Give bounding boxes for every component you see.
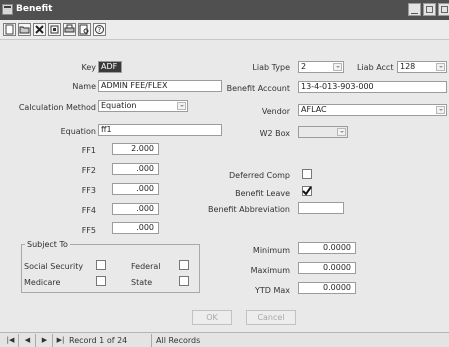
delete-x-icon — [35, 25, 44, 34]
calculation-method-value: Equation — [101, 101, 137, 110]
key-input[interactable]: ADF — [98, 61, 122, 73]
open-button[interactable] — [18, 23, 31, 36]
help-icon: ? — [95, 25, 104, 34]
benefit-abbreviation-label: Benefit Abbreviation — [208, 205, 290, 214]
ytd-max-input[interactable]: 0.0000 — [298, 282, 356, 294]
w2-box-select[interactable] — [298, 126, 348, 138]
ff3-label: FF3 — [81, 186, 96, 195]
liab-type-value: 2 — [301, 62, 307, 71]
benefit-abbreviation-input[interactable] — [298, 202, 344, 214]
chevron-down-icon[interactable] — [333, 63, 342, 71]
social-security-checkbox[interactable] — [96, 260, 106, 270]
help-button[interactable]: ? — [93, 23, 106, 36]
w2-box-label: W2 Box — [259, 129, 290, 138]
ff5-input[interactable]: .000 — [112, 222, 159, 234]
divider — [151, 334, 152, 347]
divider — [18, 334, 19, 347]
ytd-max-label: YTD Max — [254, 286, 290, 295]
print-button[interactable] — [63, 23, 76, 36]
prev-record-icon[interactable]: ◀ — [23, 336, 32, 345]
state-checkbox[interactable] — [179, 276, 189, 286]
vendor-select[interactable]: AFLAC — [298, 104, 447, 116]
first-record-icon[interactable]: |◀ — [6, 336, 15, 345]
medicare-label: Medicare — [24, 278, 61, 287]
copy-button[interactable] — [48, 23, 61, 36]
minimum-input[interactable]: 0.0000 — [298, 242, 356, 254]
chevron-down-icon[interactable] — [436, 106, 445, 114]
close-icon — [441, 6, 448, 13]
calculation-method-label: Calculation Method — [18, 103, 96, 112]
liab-acct-select[interactable]: 128 — [397, 61, 447, 73]
ff3-input[interactable]: .000 — [112, 183, 159, 195]
record-navigator: |◀ ◀ ▶ ▶| Record 1 of 24 All Records — [0, 332, 449, 347]
vendor-value: AFLAC — [301, 105, 327, 114]
record-filter: All Records — [156, 336, 201, 345]
liab-type-select[interactable]: 2 — [298, 61, 344, 73]
equation-label: Equation — [60, 127, 96, 136]
ok-button[interactable]: OK — [192, 310, 232, 325]
ff2-input[interactable]: .000 — [112, 163, 159, 175]
divider — [35, 334, 36, 347]
benefit-window: Benefit ? Key ADF Name ADMIN FEE/FLEX Ca… — [0, 0, 449, 347]
print-preview-button[interactable] — [78, 23, 91, 36]
title-bar: Benefit — [0, 0, 449, 20]
maximize-button[interactable] — [423, 3, 436, 16]
key-label: Key — [81, 63, 96, 72]
ff4-input[interactable]: .000 — [112, 203, 159, 215]
benefit-leave-checkbox[interactable] — [302, 186, 312, 196]
vendor-label: Vendor — [261, 107, 290, 116]
last-record-icon[interactable]: ▶| — [56, 336, 65, 345]
chevron-down-icon[interactable] — [177, 102, 186, 110]
app-icon — [2, 4, 13, 15]
ff1-input[interactable]: 2.000 — [112, 143, 159, 155]
svg-text:?: ? — [98, 26, 102, 34]
subject-to-title: Subject To — [25, 240, 70, 249]
state-label: State — [131, 278, 153, 287]
new-document-icon — [5, 24, 14, 35]
benefit-account-label: Benefit Account — [226, 84, 290, 93]
deferred-comp-checkbox[interactable] — [302, 169, 312, 179]
cancel-button[interactable]: Cancel — [246, 310, 296, 325]
record-position: Record 1 of 24 — [69, 336, 128, 345]
federal-checkbox[interactable] — [179, 260, 189, 270]
minimum-label: Minimum — [252, 246, 290, 255]
chevron-down-icon[interactable] — [337, 128, 346, 136]
copy-icon — [50, 25, 59, 34]
next-record-icon[interactable]: ▶ — [40, 336, 49, 345]
toolbar: ? — [0, 20, 449, 40]
maximum-label: Maximum — [250, 266, 290, 275]
name-label: Name — [72, 82, 96, 91]
benefit-leave-label: Benefit Leave — [235, 189, 290, 198]
minimize-icon — [411, 6, 418, 14]
divider — [52, 334, 53, 347]
benefit-account-input[interactable]: 13-4-013-903-000 — [298, 81, 447, 93]
ff4-label: FF4 — [81, 206, 96, 215]
ff1-label: FF1 — [81, 146, 96, 155]
social-security-label: Social Security — [24, 262, 84, 271]
ff5-label: FF5 — [81, 226, 96, 235]
deferred-comp-label: Deferred Comp — [229, 171, 290, 180]
federal-label: Federal — [131, 262, 161, 271]
open-folder-icon — [19, 26, 30, 34]
ff2-label: FF2 — [81, 166, 96, 175]
printer-icon — [64, 24, 75, 33]
preview-icon — [79, 24, 89, 35]
medicare-checkbox[interactable] — [96, 276, 106, 286]
maximize-icon — [426, 6, 433, 13]
liab-acct-label: Liab Acct — [357, 63, 394, 72]
calculation-method-select[interactable]: Equation — [98, 100, 188, 112]
minimize-button[interactable] — [408, 3, 421, 16]
checkmark-icon — [302, 186, 312, 196]
liab-acct-value: 128 — [400, 62, 416, 71]
close-button[interactable] — [438, 3, 449, 16]
chevron-down-icon[interactable] — [436, 63, 445, 71]
equation-input[interactable]: ff1 — [98, 124, 222, 136]
window-title: Benefit — [16, 4, 53, 14]
name-input[interactable]: ADMIN FEE/FLEX — [98, 80, 222, 92]
new-record-button[interactable] — [3, 23, 16, 36]
liab-type-label: Liab Type — [252, 63, 290, 72]
maximum-input[interactable]: 0.0000 — [298, 262, 356, 274]
delete-button[interactable] — [33, 23, 46, 36]
